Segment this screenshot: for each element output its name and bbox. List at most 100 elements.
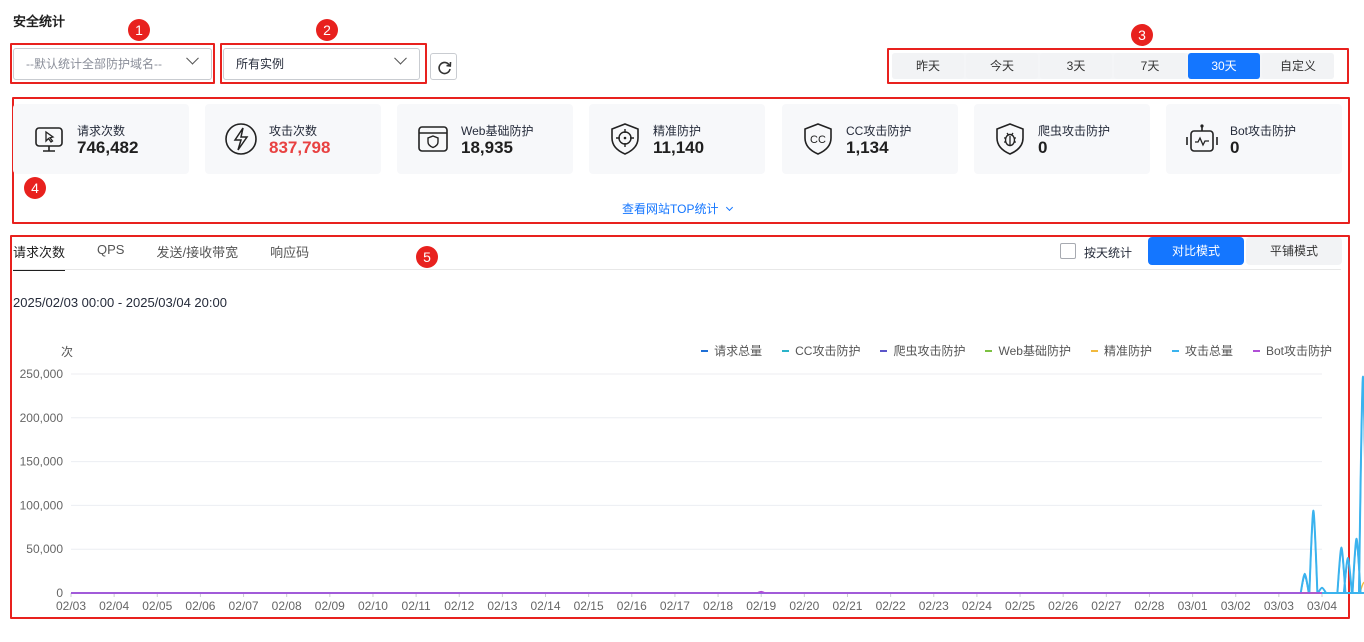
chevron-down-icon [725,203,733,212]
tab-qps[interactable]: QPS [97,242,124,271]
series-line-0 [71,377,1364,594]
y-tick-label: 100,000 [20,498,64,512]
stat-card-bot: Bot攻击防护 0 [1166,104,1342,174]
x-tick-label: 02/07 [229,599,259,613]
x-tick-label: 02/16 [617,599,647,613]
stat-value: 11,140 [653,138,705,157]
lightning-icon [225,123,257,155]
stat-card-cc: CC CC攻击防护 1,134 [782,104,958,174]
domain-select[interactable]: --默认统计全部防护域名-- [13,48,212,80]
compare-mode-button[interactable]: 对比模式 [1148,237,1244,265]
stat-label: Web基础防护 [461,124,534,138]
time-range-group: 昨天 今天 3天 7天 30天 自定义 [892,53,1334,79]
tab-bandwidth[interactable]: 发送/接收带宽 [156,242,238,271]
time-range-today[interactable]: 今天 [966,53,1038,79]
stat-value: 18,935 [461,138,513,157]
y-tick-label: 200,000 [20,411,64,425]
time-range-yesterday[interactable]: 昨天 [892,53,964,79]
stat-label: 攻击次数 [269,124,318,138]
instance-select[interactable]: 所有实例 [223,48,420,80]
x-tick-label: 02/23 [919,599,949,613]
x-tick-label: 02/21 [832,599,862,613]
stat-label: CC攻击防护 [846,124,912,138]
chart-tabs: 请求次数 QPS 发送/接收带宽 响应码 [13,242,341,271]
x-tick-label: 02/28 [1134,599,1164,613]
x-tick-label: 03/03 [1264,599,1294,613]
bug-shield-icon [996,123,1024,155]
target-shield-icon [611,123,639,155]
time-range-7days[interactable]: 7天 [1114,53,1186,79]
page-title: 安全统计 [13,14,66,29]
x-tick-label: 02/12 [444,599,474,613]
y-tick-label: 50,000 [26,542,63,556]
x-tick-label: 02/03 [56,599,86,613]
x-tick-label: 02/26 [1048,599,1078,613]
chevron-down-icon [186,51,199,65]
y-tick-label: 250,000 [20,367,64,381]
domain-select-placeholder: --默认统计全部防护域名-- [26,57,162,71]
time-range-custom[interactable]: 自定义 [1262,53,1334,79]
x-tick-label: 02/15 [574,599,604,613]
tab-requests[interactable]: 请求次数 [13,242,66,271]
x-tick-label: 02/25 [1005,599,1035,613]
stat-value: 837,798 [269,138,331,157]
stat-label: 精准防护 [653,124,702,138]
y-tick-label: 0 [56,586,63,600]
date-range-text: 2025/02/03 00:00 - 2025/03/04 20:00 [13,295,227,310]
x-tick-label: 02/08 [272,599,302,613]
annotation-badge-4: 4 [24,177,46,199]
tab-response-code[interactable]: 响应码 [270,242,309,271]
annotation-badge-3: 3 [1131,24,1153,46]
stat-label: 请求次数 [77,124,126,138]
x-tick-label: 02/09 [315,599,345,613]
series-line-4 [71,581,1364,594]
x-tick-label: 02/22 [876,599,906,613]
x-tick-label: 02/27 [1091,599,1121,613]
stat-value: 1,134 [846,138,889,157]
annotation-badge-2: 2 [316,19,338,41]
stat-value: 0 [1230,138,1240,157]
x-tick-label: 03/02 [1221,599,1251,613]
stat-card-requests: 请求次数 746,482 [13,104,189,174]
instance-select-value: 所有实例 [236,57,285,71]
x-tick-label: 02/05 [142,599,172,613]
monitor-cursor-icon [35,127,63,152]
x-tick-label: 02/11 [402,599,431,613]
chevron-down-icon [394,51,407,65]
top-stats-link-label: 查看网站TOP统计 [622,202,719,216]
top-stats-link[interactable]: 查看网站TOP统计 [622,200,733,217]
x-tick-label: 02/14 [531,599,561,613]
x-tick-label: 02/18 [703,599,733,613]
time-range-30days[interactable]: 30天 [1188,53,1260,79]
x-tick-label: 02/17 [660,599,690,613]
tile-mode-button[interactable]: 平铺模式 [1246,237,1342,265]
stat-card-crawler: 爬虫攻击防护 0 [974,104,1150,174]
y-tick-label: 150,000 [20,455,64,469]
x-tick-label: 02/06 [185,599,215,613]
time-range-3days[interactable]: 3天 [1040,53,1112,79]
annotation-badge-5: 5 [416,246,438,268]
stat-card-web-basic: Web基础防护 18,935 [397,104,573,174]
browser-shield-icon [418,126,448,152]
tab-divider [13,269,1341,270]
stat-label: 爬虫攻击防护 [1038,124,1111,138]
x-tick-label: 02/13 [487,599,517,613]
x-tick-label: 03/04 [1307,599,1337,613]
stat-card-attacks: 攻击次数 837,798 [205,104,381,174]
refresh-button[interactable] [430,53,457,80]
annotation-badge-1: 1 [128,19,150,41]
x-tick-label: 02/10 [358,599,388,613]
stat-label: Bot攻击防护 [1230,124,1297,138]
stat-value: 0 [1038,138,1048,157]
line-chart: 次250,000200,000150,000100,00050,000002/0… [20,345,1364,613]
y-axis-label: 次 [61,345,73,359]
x-tick-label: 02/04 [99,599,129,613]
svg-text:CC: CC [810,134,826,146]
x-tick-label: 02/20 [789,599,819,613]
daily-stat-label: 按天统计 [1084,246,1133,260]
bot-icon [1186,124,1218,152]
daily-stat-checkbox[interactable] [1060,243,1076,259]
stat-value: 746,482 [77,138,139,157]
refresh-icon [438,61,452,75]
x-tick-label: 03/01 [1178,599,1208,613]
